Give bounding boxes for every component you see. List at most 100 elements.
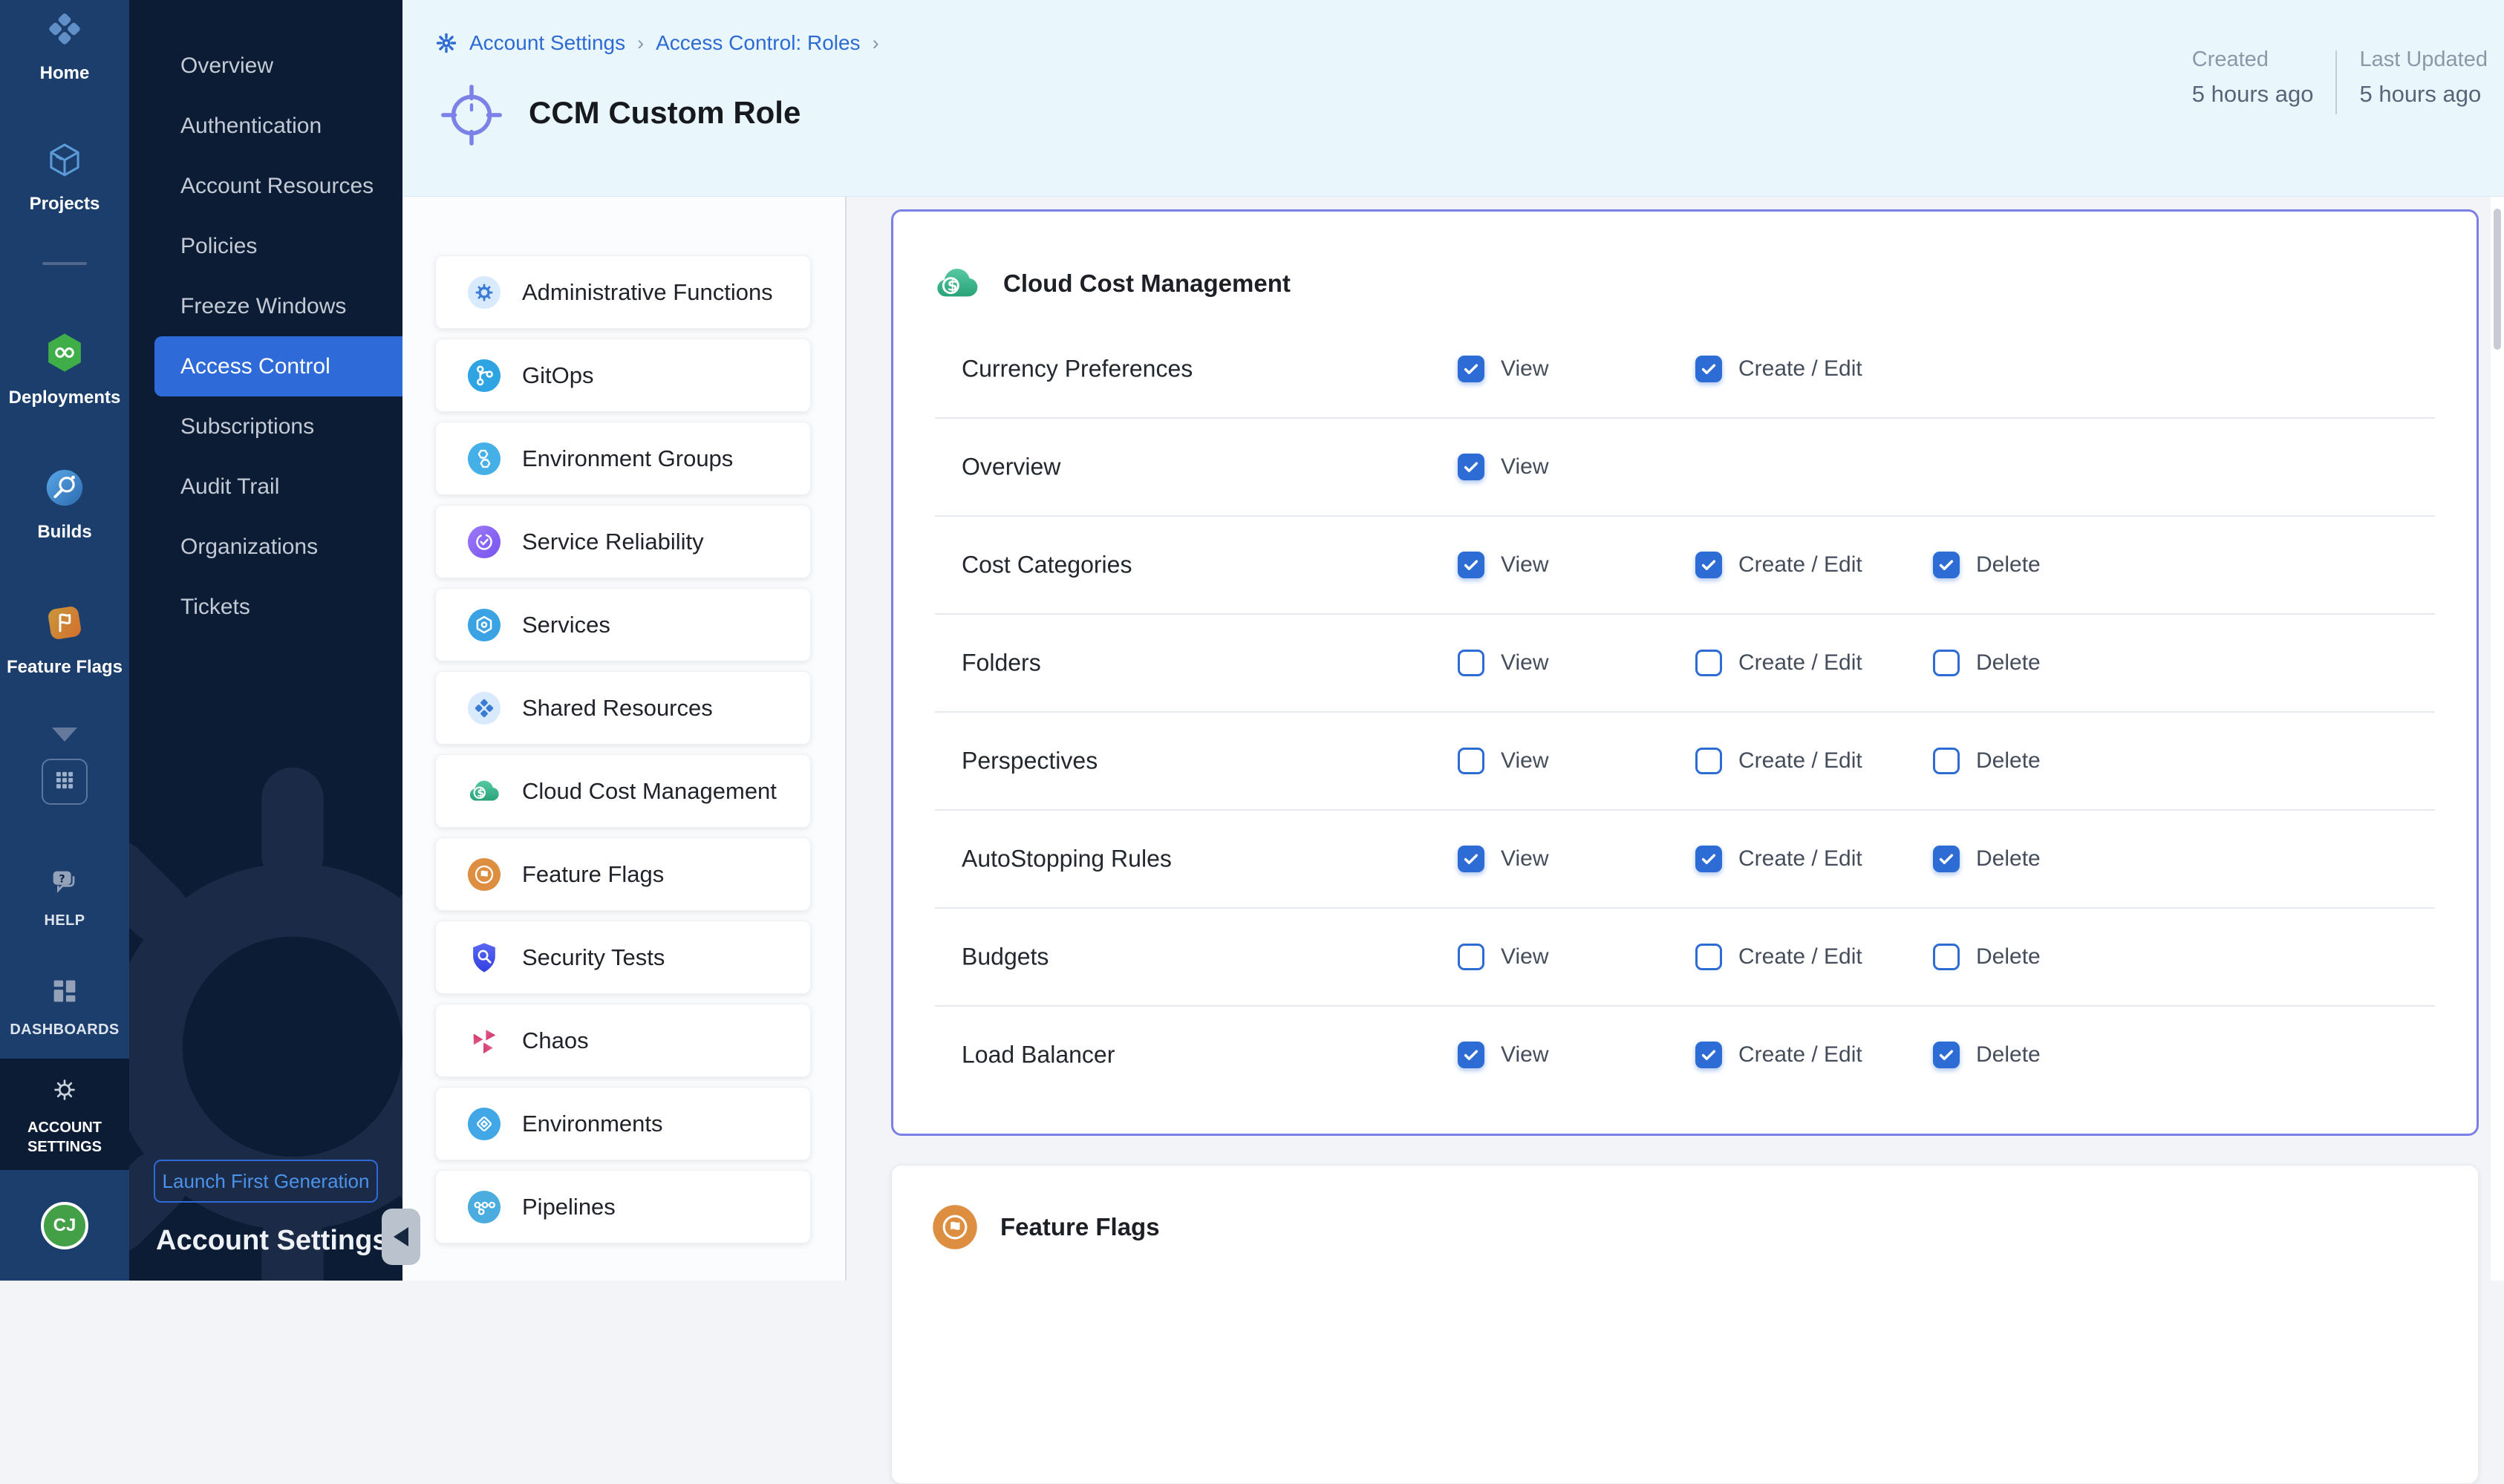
- rail-item-home[interactable]: Home: [0, 7, 129, 84]
- rail-item-help[interactable]: ? HELP: [0, 865, 129, 930]
- svg-text:$: $: [477, 787, 484, 799]
- checkbox-create-edit-unchecked[interactable]: [1695, 650, 1722, 676]
- resource-group-list: Administrative Functions GitOps Environm…: [402, 197, 847, 1281]
- checkbox-view-unchecked[interactable]: [1458, 748, 1484, 774]
- created-label: Created: [2192, 48, 2314, 72]
- page-header: Account Settings › Access Control: Roles…: [402, 0, 2504, 197]
- sidebar-item-freeze-windows[interactable]: Freeze Windows: [129, 276, 402, 336]
- resource-group-security-tests[interactable]: Security Tests: [435, 921, 811, 994]
- breadcrumb: Account Settings › Access Control: Roles…: [435, 31, 879, 55]
- permission-cell-delete: Delete: [1933, 748, 2041, 774]
- meta-divider: [2335, 50, 2337, 114]
- launch-first-generation-button[interactable]: Launch First Generation: [154, 1160, 378, 1203]
- sidebar-item-policies[interactable]: Policies: [129, 216, 402, 276]
- resource-group-administrative-functions[interactable]: Administrative Functions: [435, 255, 811, 329]
- rail-item-dashboards[interactable]: DASHBOARDS: [0, 974, 129, 1039]
- checkbox-create-edit-checked[interactable]: [1695, 552, 1722, 578]
- breadcrumb-link-access-control-roles[interactable]: Access Control: Roles: [656, 31, 860, 55]
- rail-label: HELP: [45, 912, 85, 930]
- checkbox-create-edit-checked[interactable]: [1695, 846, 1722, 872]
- gear-watermark-icon: [129, 765, 402, 1281]
- permission-cell-create-edit: Create / Edit: [1695, 846, 1862, 872]
- environments-icon: [467, 1107, 501, 1141]
- svg-text:?: ?: [59, 873, 65, 885]
- checkbox-create-edit-checked[interactable]: [1695, 1042, 1722, 1068]
- checkbox-delete-unchecked[interactable]: [1933, 748, 1960, 774]
- permission-resource-label: Currency Preferences: [962, 356, 1193, 383]
- sidebar-item-account-resources[interactable]: Account Resources: [129, 156, 402, 216]
- resource-group-chaos[interactable]: Chaos: [435, 1004, 811, 1077]
- grid-icon: [50, 766, 79, 798]
- checkbox-delete-unchecked[interactable]: [1933, 650, 1960, 676]
- resource-group-environments[interactable]: Environments: [435, 1087, 811, 1160]
- collapse-left-arrow-icon: [394, 1227, 408, 1246]
- checkbox-view-checked[interactable]: [1458, 454, 1484, 480]
- checkbox-create-edit-unchecked[interactable]: [1695, 748, 1722, 774]
- resource-group-cloud-cost-management[interactable]: $ Cloud Cost Management: [435, 754, 811, 828]
- sidebar-item-authentication[interactable]: Authentication: [129, 96, 402, 156]
- resource-group-service-reliability[interactable]: Service Reliability: [435, 505, 811, 578]
- resource-group-services[interactable]: Services: [435, 588, 811, 661]
- feature-flags-panel: Feature Flags: [891, 1165, 2479, 1484]
- service-reliability-icon: [467, 525, 501, 559]
- permission-cell-view: View: [1458, 748, 1548, 774]
- sidebar-item-organizations[interactable]: Organizations: [129, 517, 402, 577]
- checkbox-delete-checked[interactable]: [1933, 1042, 1960, 1068]
- checkbox-create-edit-checked[interactable]: [1695, 356, 1722, 382]
- sidebar-module-title: Account Settings: [156, 1225, 388, 1257]
- resource-group-environment-groups[interactable]: Environment Groups: [435, 422, 811, 495]
- checkbox-delete-unchecked[interactable]: [1933, 944, 1960, 970]
- cloud-cost-icon: $: [933, 260, 981, 307]
- page-title: CCM Custom Role: [529, 95, 801, 131]
- user-avatar[interactable]: CJ: [41, 1202, 88, 1249]
- checkbox-view-checked[interactable]: [1458, 356, 1484, 382]
- sidebar-item-access-control[interactable]: Access Control: [154, 336, 402, 396]
- permission-cell-create-edit: Create / Edit: [1695, 552, 1862, 578]
- rail-item-deployments[interactable]: Deployments: [0, 330, 129, 408]
- permission-resource-label: AutoStopping Rules: [962, 846, 1172, 873]
- checkbox-delete-checked[interactable]: [1933, 552, 1960, 578]
- checkbox-view-checked[interactable]: [1458, 1042, 1484, 1068]
- sidebar-item-tickets[interactable]: Tickets: [129, 577, 402, 637]
- rail-item-builds[interactable]: Builds: [0, 466, 129, 543]
- checkbox-create-edit-unchecked[interactable]: [1695, 944, 1722, 970]
- checkbox-view-checked[interactable]: [1458, 846, 1484, 872]
- permission-row: Overview View: [935, 417, 2435, 515]
- deployments-cd-icon: [42, 330, 87, 379]
- checkbox-delete-checked[interactable]: [1933, 846, 1960, 872]
- dashboards-grid-icon: [48, 974, 82, 1012]
- permission-cell-view: View: [1458, 356, 1548, 382]
- breadcrumb-link-account-settings[interactable]: Account Settings: [469, 31, 625, 55]
- more-modules-chevron-icon[interactable]: [52, 728, 77, 742]
- svg-text:$: $: [948, 276, 958, 294]
- panel-header: $ Cloud Cost Management: [893, 212, 2477, 321]
- panel-title: Feature Flags: [1000, 1213, 1160, 1241]
- permission-cell-delete: Delete: [1933, 846, 2041, 872]
- checkbox-view-checked[interactable]: [1458, 552, 1484, 578]
- cloud-cost-icon: $: [467, 774, 501, 808]
- sidebar-item-audit-trail[interactable]: Audit Trail: [129, 457, 402, 517]
- rail-item-feature-flags[interactable]: Feature Flags: [0, 601, 129, 678]
- breadcrumb-gear-icon: [435, 32, 457, 54]
- checkbox-view-unchecked[interactable]: [1458, 944, 1484, 970]
- rail-item-account-settings[interactable]: ACCOUNT SETTINGS: [0, 1059, 129, 1170]
- permission-rows: Currency Preferences View Create / Edit …: [935, 321, 2435, 1103]
- rail-label: Projects: [30, 194, 100, 215]
- sidebar-item-overview[interactable]: Overview: [129, 36, 402, 96]
- admin-functions-icon: [467, 275, 501, 310]
- rail-item-projects[interactable]: Projects: [0, 140, 129, 215]
- sidebar-item-subscriptions[interactable]: Subscriptions: [129, 396, 402, 457]
- feature-flags-module-icon: [43, 601, 86, 648]
- scrollbar-thumb[interactable]: [2494, 209, 2501, 350]
- shared-resources-icon: [467, 691, 501, 725]
- permission-cell-create-edit: Create / Edit: [1695, 650, 1862, 676]
- resource-group-gitops[interactable]: GitOps: [435, 339, 811, 412]
- checkbox-view-unchecked[interactable]: [1458, 650, 1484, 676]
- resource-group-feature-flags[interactable]: Feature Flags: [435, 837, 811, 911]
- resource-group-pipelines[interactable]: Pipelines: [435, 1170, 811, 1243]
- scrollbar-track[interactable]: [2491, 197, 2504, 1281]
- resource-group-shared-resources[interactable]: Shared Resources: [435, 671, 811, 745]
- sidebar-collapse-button[interactable]: [382, 1209, 420, 1265]
- permission-cell-view: View: [1458, 944, 1548, 970]
- module-picker-button[interactable]: [42, 759, 88, 805]
